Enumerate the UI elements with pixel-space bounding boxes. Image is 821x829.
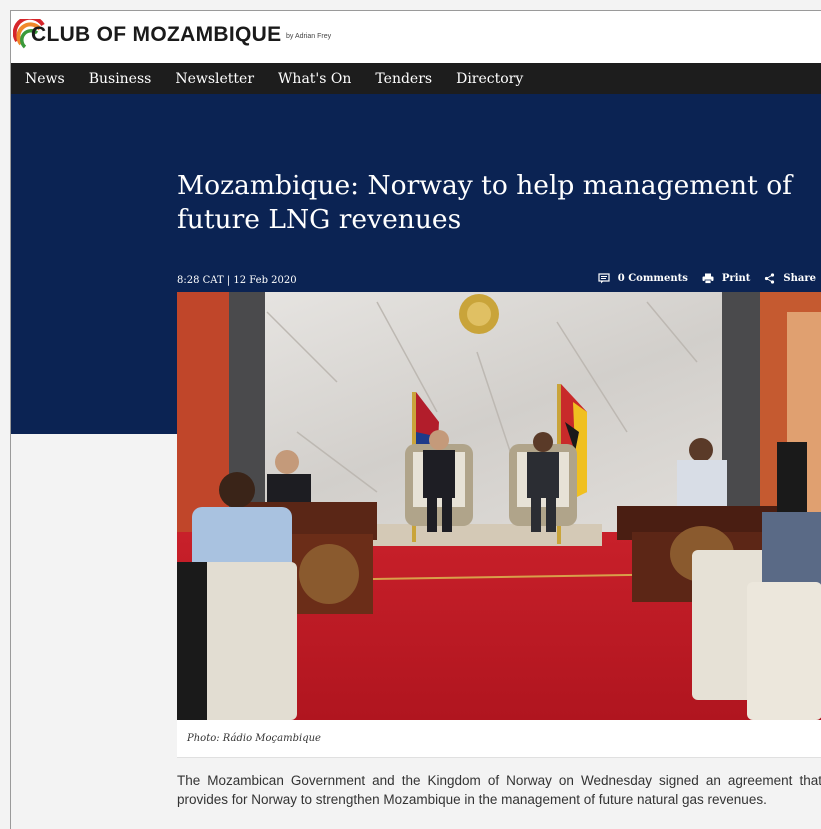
comment-icon: [598, 273, 610, 284]
article-photo: [177, 292, 821, 720]
share-icon: [765, 273, 775, 284]
comments-label: 0 Comments: [617, 273, 688, 284]
logo-byline: by Adrian Frey: [286, 33, 332, 40]
photo-caption: Photo: Rádio Moçambique: [177, 720, 821, 758]
share-button[interactable]: Share: [764, 273, 816, 284]
article-title: Mozambique: Norway to help management of…: [177, 170, 792, 235]
nav-item-business[interactable]: Business: [89, 71, 152, 87]
nav-item-directory[interactable]: Directory: [456, 71, 523, 87]
comments-button[interactable]: 0 Comments: [598, 273, 688, 284]
main-nav: News Business Newsletter What's On Tende…: [11, 63, 821, 94]
signing-ceremony-image: [177, 292, 821, 720]
article-body: The Mozambican Government and the Kingdo…: [177, 773, 821, 807]
browser-viewport: CLUB OF MOZAMBIQUE by Adrian Frey News B…: [10, 10, 821, 829]
brand-bar: CLUB OF MOZAMBIQUE by Adrian Frey: [11, 11, 821, 63]
nav-item-news[interactable]: News: [25, 71, 65, 87]
site-logo[interactable]: CLUB OF MOZAMBIQUE: [31, 23, 281, 47]
nav-item-tenders[interactable]: Tenders: [375, 71, 432, 87]
photo-caption-text: Photo: Rádio Moçambique: [187, 733, 321, 744]
article-actions: 0 Comments Print Share: [584, 273, 816, 284]
nav-item-newsletter[interactable]: Newsletter: [175, 71, 254, 87]
nav-item-whats-on[interactable]: What's On: [278, 71, 351, 87]
article-timestamp: 8:28 CAT | 12 Feb 2020: [177, 275, 297, 286]
print-label: Print: [721, 273, 751, 284]
print-button[interactable]: Print: [702, 273, 750, 284]
article-meta: 8:28 CAT | 12 Feb 2020 0 Comments Print …: [177, 273, 821, 289]
share-label: Share: [783, 273, 816, 284]
print-icon: [702, 273, 714, 284]
